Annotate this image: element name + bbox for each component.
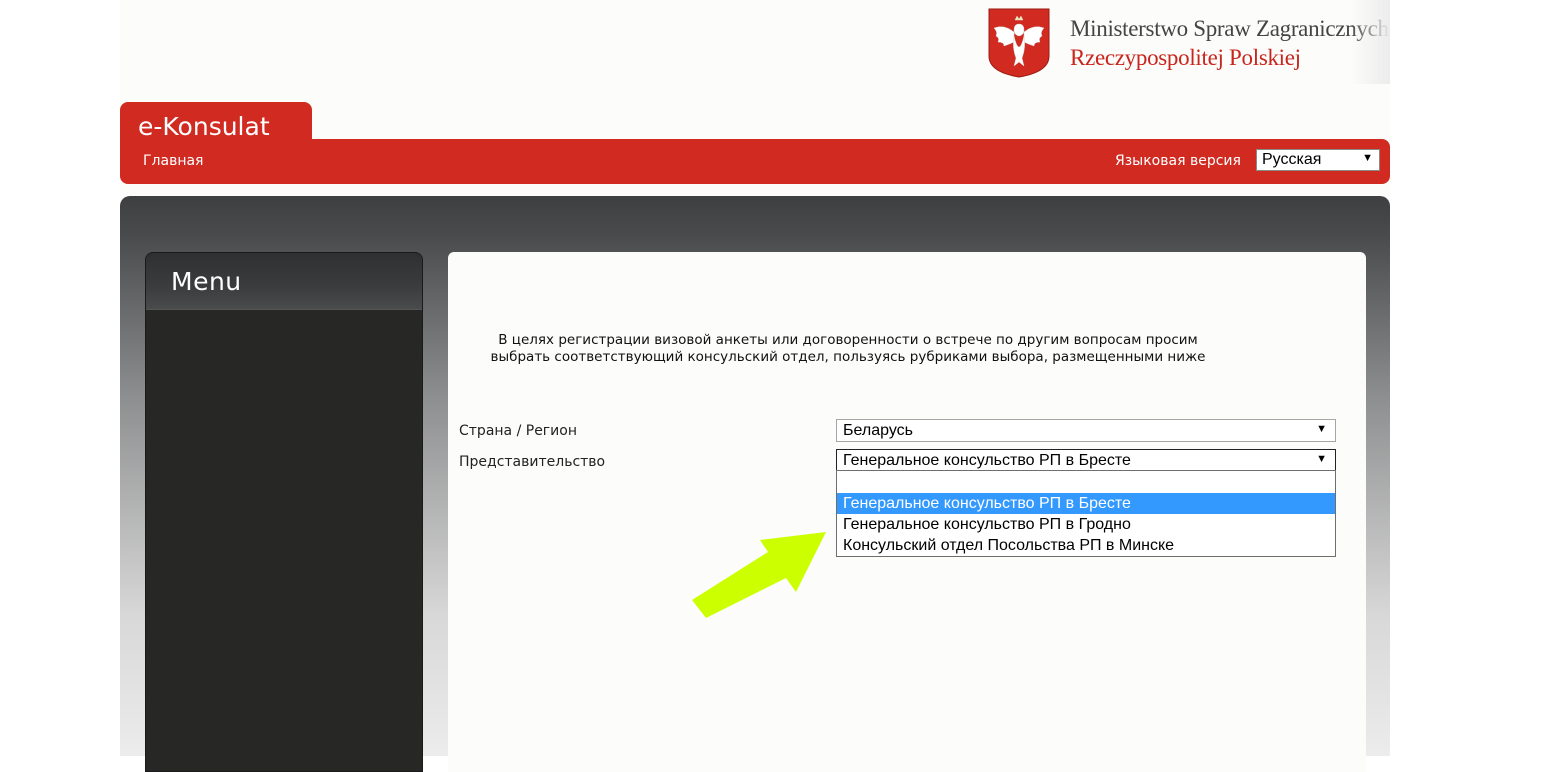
office-dropdown-list: Генеральное консульство РП в Бресте Гене… (836, 470, 1336, 557)
language-select[interactable]: Русская ▼ (1256, 149, 1380, 171)
dropdown-option-minsk[interactable]: Консульский отдел Посольства РП в Минске (837, 535, 1335, 556)
ministry-line-2: Rzeczypospolitej Polskiej (1070, 45, 1301, 70)
polish-eagle-emblem (988, 8, 1050, 78)
dropdown-option-empty[interactable] (837, 472, 1335, 493)
dropdown-option-brest[interactable]: Генеральное консульство РП в Бресте (837, 493, 1335, 514)
chevron-down-icon: ▼ (1362, 152, 1373, 164)
country-label: Страна / Регион (459, 423, 577, 439)
chevron-down-icon: ▼ (1316, 423, 1327, 435)
page: Ministerstwo Spraw Zagranicznych Rzeczyp… (120, 0, 1390, 772)
ministry-line-1: Ministerstwo Spraw Zagranicznych (1070, 16, 1389, 41)
header-fade (1350, 0, 1390, 84)
country-select-value: Беларусь (843, 422, 913, 439)
language-label: Языковая версия (1115, 153, 1241, 169)
intro-line-1: В целях регистрации визовой анкеты или д… (498, 332, 1198, 348)
country-select[interactable]: Беларусь ▼ (836, 419, 1336, 442)
ministry-name: Ministerstwo Spraw Zagranicznych Rzeczyp… (1070, 14, 1389, 72)
green-arrow-pointer-icon (692, 532, 826, 618)
office-label: Представительство (459, 454, 606, 470)
language-select-value: Русская (1262, 151, 1322, 168)
main-panel: Menu В целях регистрации визовой анкеты … (120, 196, 1390, 772)
intro-line-2: выбрать соответствующий консульский отде… (490, 349, 1206, 365)
content-area: В целях регистрации визовой анкеты или д… (448, 252, 1366, 772)
sidebar-menu: Menu (145, 252, 423, 772)
office-select-value: Генеральное консульство РП в Бресте (843, 452, 1131, 469)
dropdown-option-grodno[interactable]: Генеральное консульство РП в Гродно (837, 514, 1335, 535)
app-title: e-Konsulat (138, 112, 270, 141)
intro-text: В целях регистрации визовой анкеты или д… (478, 332, 1218, 366)
menu-title: Menu (171, 267, 242, 296)
top-nav-bar: Главная Языковая версия Русская ▼ (120, 139, 1390, 184)
chevron-down-icon: ▼ (1316, 453, 1327, 465)
office-select[interactable]: Генеральное консульство РП в Бресте ▼ (836, 449, 1336, 472)
nav-home-link[interactable]: Главная (143, 153, 203, 169)
